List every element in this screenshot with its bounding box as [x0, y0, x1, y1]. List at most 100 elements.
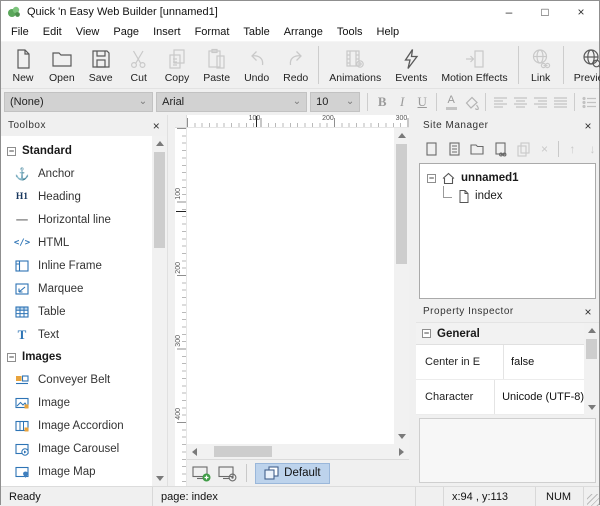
- bold-button[interactable]: B: [372, 92, 392, 112]
- close-button[interactable]: ×: [563, 1, 599, 23]
- move-up-button[interactable]: ↑: [566, 143, 579, 155]
- menu-help[interactable]: Help: [370, 26, 407, 38]
- toolbox-item-heading[interactable]: H1 Heading: [1, 185, 152, 208]
- events-button[interactable]: Events: [388, 45, 434, 85]
- scrollbar-thumb[interactable]: [396, 144, 407, 264]
- property-value[interactable]: Unicode (UTF-8): [495, 391, 584, 403]
- tab-default-breakpoint[interactable]: Default: [255, 463, 329, 484]
- menu-arrange[interactable]: Arrange: [277, 26, 330, 38]
- anchor-icon: ⚓: [14, 167, 30, 181]
- font-size-select[interactable]: 10 ⌄: [310, 92, 360, 112]
- collapse-icon[interactable]: −: [427, 174, 436, 183]
- menu-page[interactable]: Page: [106, 26, 146, 38]
- toolbox-close-icon[interactable]: ×: [153, 119, 161, 133]
- new-page-button[interactable]: [423, 141, 439, 157]
- collapse-icon[interactable]: −: [7, 147, 16, 156]
- undo-button[interactable]: Undo: [237, 45, 276, 85]
- site-tree-page-index[interactable]: index: [420, 187, 595, 205]
- align-center-button[interactable]: [510, 92, 530, 112]
- scrollbar-thumb[interactable]: [586, 339, 597, 359]
- menu-table[interactable]: Table: [236, 26, 276, 38]
- add-breakpoint-button[interactable]: [192, 465, 212, 482]
- resize-grip[interactable]: [584, 487, 599, 506]
- toolbox-scrollbar[interactable]: [152, 136, 167, 486]
- align-left-button[interactable]: [490, 92, 510, 112]
- clone-page-button[interactable]: [515, 141, 531, 157]
- style-select[interactable]: (None) ⌄: [4, 92, 153, 112]
- menu-edit[interactable]: Edit: [36, 26, 69, 38]
- paste-button[interactable]: Paste: [196, 45, 237, 85]
- font-select[interactable]: Arial ⌄: [156, 92, 307, 112]
- toolbox-item-html[interactable]: </> HTML: [1, 231, 152, 254]
- scroll-up-arrow[interactable]: [152, 136, 167, 151]
- delete-page-button[interactable]: ×: [538, 143, 551, 155]
- property-value[interactable]: false: [504, 356, 534, 368]
- toolbox-item-inline-frame[interactable]: Inline Frame: [1, 254, 152, 277]
- align-right-button[interactable]: [530, 92, 550, 112]
- canvas-horizontal-scrollbar[interactable]: [187, 444, 409, 459]
- minimize-button[interactable]: –: [491, 1, 527, 23]
- toolbox-item-image-accordion[interactable]: Image Accordion: [1, 414, 152, 437]
- open-button[interactable]: Open: [42, 45, 82, 85]
- toolbox-item-marquee[interactable]: Marquee: [1, 277, 152, 300]
- preview-button[interactable]: Preview: [567, 45, 600, 85]
- toolbox-item-image-map[interactable]: Image Map: [1, 460, 152, 483]
- maximize-button[interactable]: □: [527, 1, 563, 23]
- breakpoint-settings-button[interactable]: [218, 465, 238, 482]
- toolbox-item-text[interactable]: T Text: [1, 323, 152, 346]
- menu-insert[interactable]: Insert: [146, 26, 188, 38]
- property-inspector-scrollbar[interactable]: [584, 323, 599, 415]
- property-inspector-close-icon[interactable]: ×: [585, 305, 593, 319]
- property-section-general[interactable]: − General: [416, 323, 584, 345]
- bullet-list-button[interactable]: [579, 92, 599, 112]
- italic-button[interactable]: I: [392, 92, 412, 112]
- site-manager-close-icon[interactable]: ×: [585, 119, 593, 133]
- toolbox-item-conveyer-belt[interactable]: Conveyer Belt: [1, 368, 152, 391]
- panel-splitter[interactable]: [409, 115, 416, 486]
- link-button[interactable]: Link: [522, 45, 560, 85]
- scroll-up-arrow[interactable]: [394, 128, 409, 143]
- scroll-down-arrow[interactable]: [152, 471, 167, 486]
- scroll-up-arrow[interactable]: [584, 323, 599, 338]
- scroll-right-arrow[interactable]: [394, 444, 409, 459]
- move-down-button[interactable]: ↓: [586, 143, 599, 155]
- toolbox-section-standard[interactable]: − Standard: [1, 140, 152, 162]
- collapse-icon[interactable]: −: [422, 329, 431, 338]
- toolbox-item-anchor[interactable]: ⚓ Anchor: [1, 162, 152, 185]
- scroll-left-arrow[interactable]: [187, 444, 202, 459]
- menu-file[interactable]: File: [4, 26, 36, 38]
- new-button[interactable]: New: [4, 45, 42, 85]
- toolbox-item-table[interactable]: Table: [1, 300, 152, 323]
- toolbox-section-images[interactable]: − Images: [1, 346, 152, 368]
- highlight-bucket-button[interactable]: [461, 92, 481, 112]
- menu-format[interactable]: Format: [188, 26, 237, 38]
- align-justify-button[interactable]: [550, 92, 570, 112]
- scrollbar-thumb[interactable]: [154, 152, 165, 248]
- redo-button[interactable]: Redo: [276, 45, 315, 85]
- toolbox-item-image-carousel[interactable]: Image Carousel: [1, 437, 152, 460]
- menu-tools[interactable]: Tools: [330, 26, 370, 38]
- scroll-down-arrow[interactable]: [394, 429, 409, 444]
- toolbox-item-image[interactable]: Image: [1, 391, 152, 414]
- cut-button[interactable]: Cut: [120, 45, 158, 85]
- scroll-down-arrow[interactable]: [584, 400, 599, 415]
- site-tree-root[interactable]: − unnamed1: [420, 169, 595, 187]
- panel-splitter[interactable]: [168, 115, 175, 486]
- underline-button[interactable]: U: [412, 92, 432, 112]
- menu-view[interactable]: View: [69, 26, 107, 38]
- page-properties-button[interactable]: [446, 141, 462, 157]
- conveyer-belt-icon: [14, 373, 30, 387]
- scrollbar-thumb[interactable]: [214, 446, 272, 457]
- link-page-button[interactable]: [492, 141, 508, 157]
- collapse-icon[interactable]: −: [7, 353, 16, 362]
- new-folder-button[interactable]: [469, 141, 485, 157]
- canvas-vertical-scrollbar[interactable]: [394, 128, 409, 444]
- site-manager-title: Site Manager: [423, 120, 488, 131]
- toolbox-item-horizontal-line[interactable]: — Horizontal line: [1, 208, 152, 231]
- motion-effects-button[interactable]: Motion Effects: [434, 45, 514, 85]
- font-color-button[interactable]: A: [441, 92, 461, 112]
- animations-button[interactable]: Animations: [322, 45, 388, 85]
- copy-button[interactable]: Copy: [158, 45, 197, 85]
- save-button[interactable]: Save: [82, 45, 120, 85]
- page-surface[interactable]: [187, 128, 394, 444]
